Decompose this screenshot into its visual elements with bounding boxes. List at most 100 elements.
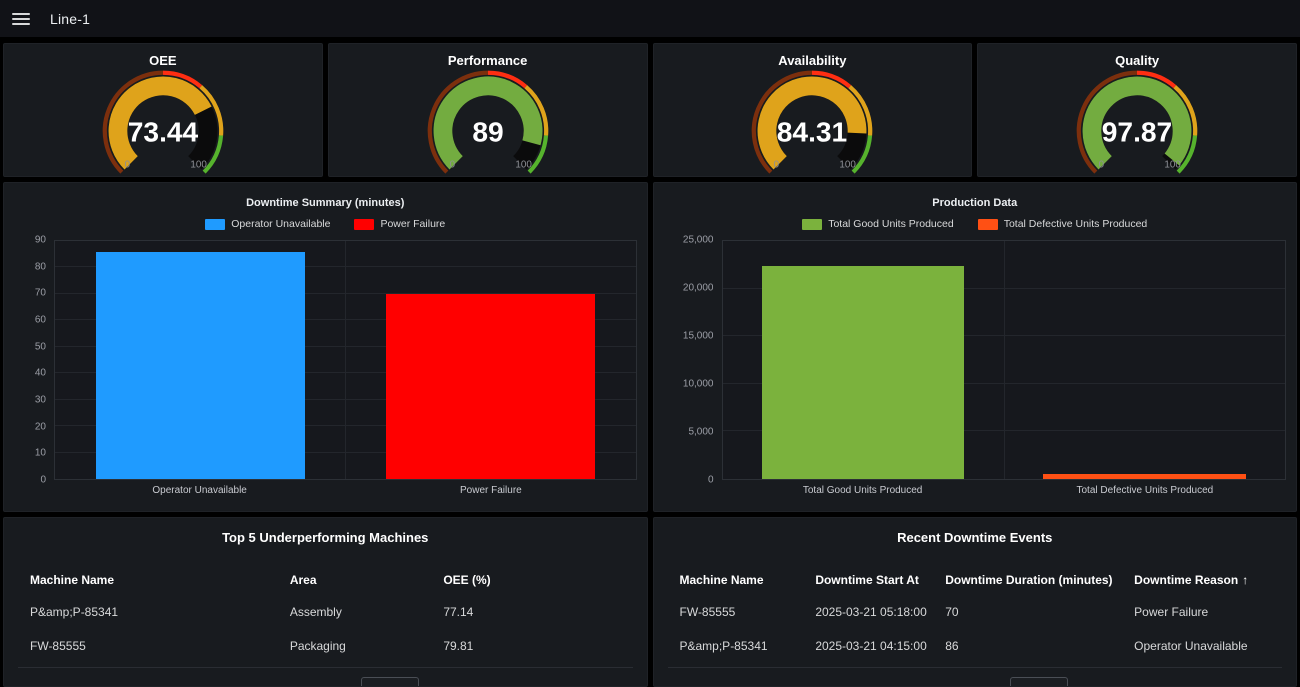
gauge-max-label: 100 [840,160,857,171]
table-cell: 2025-03-21 04:15:00 [815,639,945,653]
panel-downtime-summary: Downtime Summary (minutes) Operator Unav… [3,182,648,512]
panel-title-oee[interactable]: OEE [149,53,176,68]
legend: Total Good Units Produced Total Defective… [664,217,1287,231]
table-separator [668,667,1283,668]
pagination-button[interactable] [1010,677,1068,687]
chart-row: Downtime Summary (minutes) Operator Unav… [3,182,1297,512]
panel-quality: Quality 97.87 0 100 [977,43,1297,177]
panel-title-production-data[interactable]: Production Data [664,197,1287,209]
table-cell: FW-85555 [30,639,290,653]
y-axis-tick-label: 60 [35,315,46,326]
legend-label: Total Defective Units Produced [1004,218,1148,230]
gauge-value: 97.87 [1102,116,1172,147]
y-axis-tick-label: 0 [708,475,714,486]
gauge-min-label: 0 [124,160,130,171]
panel-performance: Performance 890100 [328,43,648,177]
legend-item[interactable]: Operator Unavailable [205,218,330,230]
x-axis-label: Operator Unavailable [54,485,345,496]
performance-gauge-chart: 890100 [358,69,618,176]
panel-title-underperforming-machines[interactable]: Top 5 Underperforming Machines [4,530,647,545]
panel-title-downtime-summary[interactable]: Downtime Summary (minutes) [14,197,637,209]
legend-item[interactable]: Power Failure [354,218,445,230]
bar-total-good-units-produced [762,266,965,479]
sort-ascending-icon: ↑ [1242,573,1248,587]
table-header-row: Machine Name Downtime Start At Downtime Du… [680,565,1271,595]
downtime-events-table: Machine Name Downtime Start At Downtime Du… [680,565,1271,663]
panel-title-availability[interactable]: Availability [778,53,846,68]
legend-label: Operator Unavailable [231,218,330,230]
table-cell: 70 [945,605,1134,619]
gauge-value: 84.31 [777,116,847,147]
y-axis: 0102030405060708090 [14,240,54,480]
oee-gauge-chart: 73.440100 [33,69,293,176]
gauge-max-label: 100 [515,160,532,171]
table-cell: Operator Unavailable [1134,639,1270,653]
column-label: Machine Name [680,573,764,587]
table-cell: FW-85555 [680,605,816,619]
panel-title-quality[interactable]: Quality [1115,53,1159,68]
y-axis: 05,00010,00015,00020,00025,000 [664,240,722,480]
panel-recent-downtime-events: Recent Downtime Events Machine Name Downt… [653,517,1298,687]
y-axis-tick-label: 90 [35,235,46,246]
bar-total-defective-units-produced [1043,474,1246,479]
table-header-cell[interactable]: Downtime Start At [815,573,945,587]
y-axis-tick-label: 70 [35,288,46,299]
x-axis-label: Total Good Units Produced [722,485,1004,496]
gridline-vertical [345,241,346,479]
table-header-cell[interactable]: Downtime Reason ↑ [1134,573,1270,587]
panel-title-recent-downtime-events[interactable]: Recent Downtime Events [654,530,1297,545]
y-axis-tick-label: 10 [35,448,46,459]
table-row: P&amp;P-85341Assembly77.14 [30,595,621,629]
panel-title-performance[interactable]: Performance [448,53,527,68]
gauge-min-label: 0 [1099,160,1105,171]
x-axis-labels: Operator UnavailablePower Failure [54,485,637,496]
bar-power-failure [386,294,595,479]
table-header-cell[interactable]: Downtime Duration (minutes) [945,573,1134,587]
column-label: Area [290,573,317,587]
legend-item[interactable]: Total Defective Units Produced [978,218,1148,230]
table-cell: 77.14 [443,605,620,619]
table-cell: 86 [945,639,1134,653]
column-label: OEE (%) [443,573,490,587]
legend-label: Total Good Units Produced [828,218,954,230]
gauge-min-label: 0 [449,160,455,171]
gauge-value: 73.44 [128,116,199,147]
y-axis-tick-label: 20 [35,421,46,432]
quality-gauge-chart: 97.87 0 100 [1007,69,1267,176]
table-header-cell[interactable]: Machine Name [30,573,290,587]
column-label: Downtime Reason [1134,573,1238,587]
table-header-cell[interactable]: Machine Name [680,573,816,587]
column-label: Downtime Start At [815,573,919,587]
dashboard-title: Line-1 [50,11,90,27]
table-cell: Assembly [290,605,444,619]
table-separator [18,667,633,668]
panel-oee: OEE 73.440100 [3,43,323,177]
x-axis-label: Power Failure [345,485,636,496]
gridline-vertical [1004,241,1005,479]
table-cell: 2025-03-21 05:18:00 [815,605,945,619]
table-cell: Packaging [290,639,444,653]
top-nav: Line-1 [0,0,1300,37]
x-axis-label: Total Defective Units Produced [1004,485,1286,496]
panel-availability: Availability 84.310100 [653,43,973,177]
legend: Operator Unavailable Power Failure [14,217,637,231]
y-axis-tick-label: 15,000 [683,331,714,342]
production-bar-chart-plot [722,240,1287,480]
menu-icon[interactable] [12,13,30,25]
table-cell: P&amp;P-85341 [30,605,290,619]
pagination-button[interactable] [361,677,419,687]
table-header-cell[interactable]: Area [290,573,444,587]
y-axis-tick-label: 0 [40,475,46,486]
gauge-max-label: 100 [1165,160,1182,171]
legend-item[interactable]: Total Good Units Produced [802,218,954,230]
machines-table: Machine NameArea OEE (%) P&amp;P-85341Asse… [30,565,621,663]
dashboard: OEE 73.440100 Performance 890100 Availab… [0,37,1300,687]
y-axis-tick-label: 30 [35,395,46,406]
table-header-cell[interactable]: OEE (%) [443,573,620,587]
y-axis-tick-label: 50 [35,341,46,352]
panel-production-data: Production Data Total Good Units Produce… [653,182,1298,512]
x-axis-labels: Total Good Units ProducedTotal Defective… [722,485,1287,496]
gauge-row: OEE 73.440100 Performance 890100 Availab… [3,43,1297,177]
legend-swatch-icon [205,219,225,230]
y-axis-tick-label: 10,000 [683,379,714,390]
